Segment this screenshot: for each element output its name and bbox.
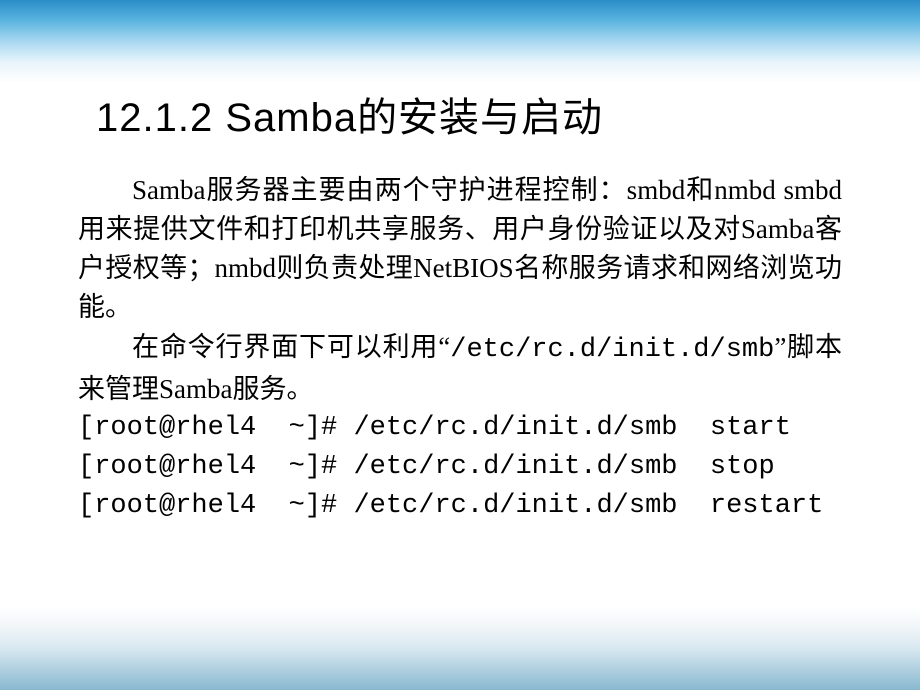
- slide-content: 12.1.2 Samba的安装与启动 Samba服务器主要由两个守护进程控制：s…: [0, 0, 920, 526]
- para2-path: /etc/rc.d/init.d/smb: [450, 335, 774, 365]
- paragraph-2: 在命令行界面下可以利用“/etc/rc.d/init.d/smb”脚本来管理Sa…: [78, 328, 842, 409]
- para2-prefix: 在命令行界面下可以利用“: [132, 332, 450, 362]
- paragraph-1: Samba服务器主要由两个守护进程控制：smbd和nmbd smbd用来提供文件…: [78, 171, 842, 328]
- command-line-1: [root@rhel4 ~]# /etc/rc.d/init.d/smb sta…: [78, 409, 842, 448]
- command-line-3: [root@rhel4 ~]# /etc/rc.d/init.d/smb res…: [78, 487, 842, 526]
- section-title: 12.1.2 Samba的安装与启动: [78, 85, 842, 143]
- command-line-2: [root@rhel4 ~]# /etc/rc.d/init.d/smb sto…: [78, 448, 842, 487]
